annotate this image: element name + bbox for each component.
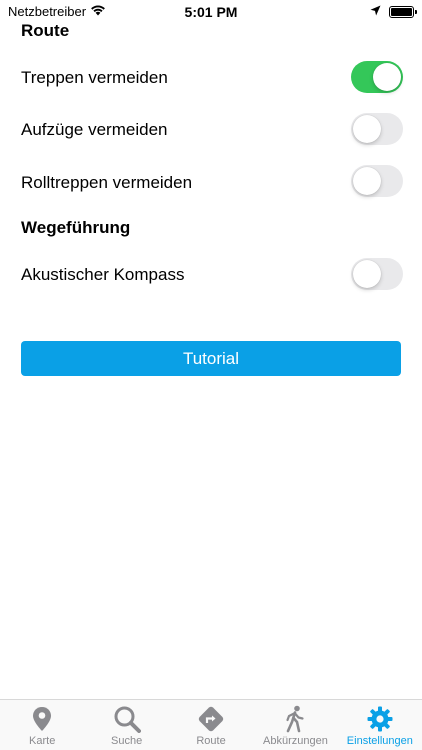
tab-suche[interactable]: Suche [84, 700, 168, 750]
section-title-route: Route [21, 21, 70, 40]
tutorial-button[interactable]: Tutorial [21, 341, 401, 376]
route-sign-icon [197, 705, 225, 733]
tab-label-route: Route [196, 735, 226, 747]
tab-bar: Karte Suche Route Abkürzungen Einstellun… [0, 699, 422, 750]
gear-icon [366, 705, 394, 733]
toggle-knob [353, 260, 381, 288]
tab-label-suche: Suche [111, 735, 143, 747]
map-pin-icon [28, 705, 56, 733]
avoid-elevators-label: Aufzüge vermeiden [21, 120, 168, 139]
avoid-elevators-toggle[interactable] [351, 113, 403, 145]
avoid-stairs-toggle[interactable] [351, 61, 403, 93]
tab-route[interactable]: Route [169, 700, 253, 750]
status-time: 5:01 PM [184, 4, 238, 20]
status-right [370, 4, 417, 19]
acoustic-compass-toggle[interactable] [351, 258, 403, 290]
search-icon [113, 705, 141, 733]
settings-screen: Netzbetreiber 5:01 PM Route Treppen verm… [0, 0, 422, 750]
location-arrow-icon [370, 4, 381, 19]
avoid-escalators-toggle[interactable] [351, 165, 403, 197]
battery-icon [389, 5, 417, 18]
tab-label-einstellungen: Einstellungen [346, 735, 413, 747]
toggle-knob [373, 63, 401, 91]
tab-abkuerzungen[interactable]: Abkürzungen [253, 700, 337, 750]
walking-person-icon [281, 705, 309, 733]
tab-karte[interactable]: Karte [0, 700, 84, 750]
avoid-escalators-label: Rolltreppen vermeiden [21, 173, 193, 192]
toggle-knob [353, 167, 381, 195]
tab-label-abkuerzungen: Abkürzungen [263, 735, 328, 747]
tab-einstellungen[interactable]: Einstellungen [338, 700, 422, 750]
toggle-knob [353, 115, 381, 143]
section-title-guidance: Wegeführung [21, 218, 131, 237]
tab-label-karte: Karte [29, 735, 56, 747]
tutorial-button-label: Tutorial [182, 348, 240, 368]
avoid-stairs-label: Treppen vermeiden [21, 68, 168, 87]
acoustic-compass-label: Akustischer Kompass [21, 265, 185, 284]
